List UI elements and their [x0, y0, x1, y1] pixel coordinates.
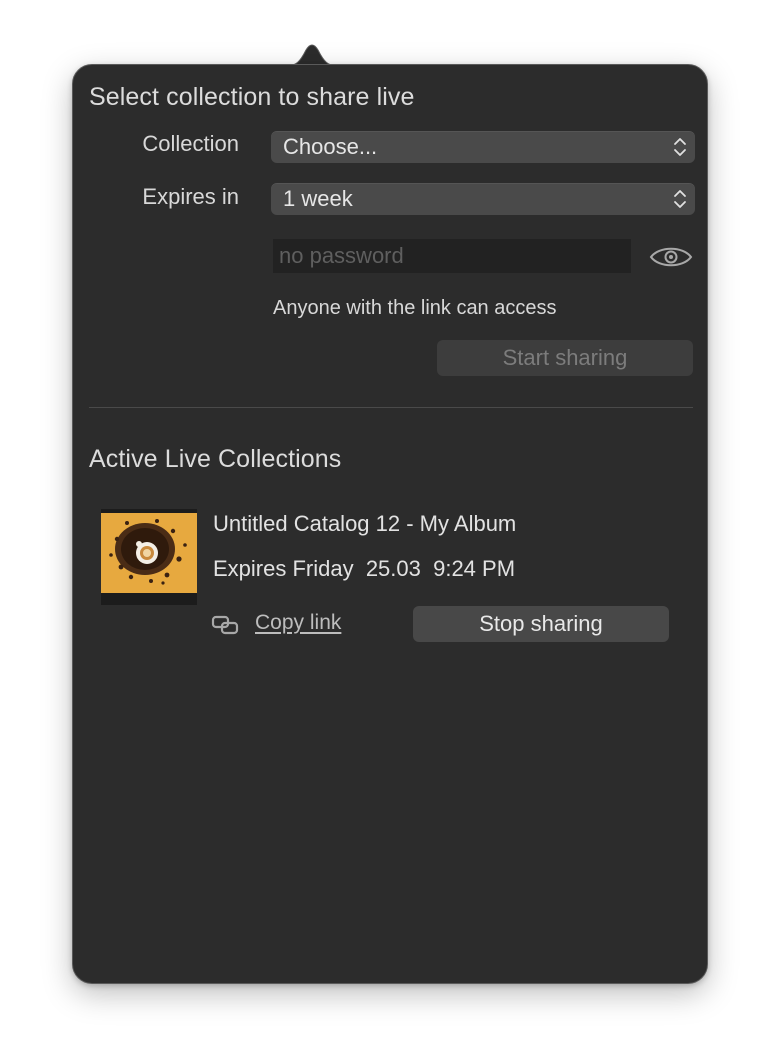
password-field[interactable]	[273, 239, 631, 273]
copy-link-button[interactable]: Copy link	[255, 611, 341, 635]
popover-arrow	[286, 44, 338, 66]
collection-select-value: Choose...	[283, 134, 378, 159]
expires-select[interactable]: 1 week	[271, 183, 695, 215]
expires-select-value: 1 week	[283, 186, 353, 211]
expires-label: Expires in	[142, 184, 239, 209]
eye-icon[interactable]	[649, 245, 693, 269]
live-collection-expires: Expires Friday 25.03 9:24 PM	[213, 556, 516, 581]
live-collection-title: Untitled Catalog 12 - My Album	[213, 511, 517, 536]
access-note: Anyone with the link can access	[273, 297, 557, 319]
section-divider	[89, 407, 693, 408]
link-icon[interactable]	[211, 615, 241, 635]
thumbnail-graphic	[101, 509, 197, 605]
up-down-chevron-icon	[674, 138, 686, 156]
coffee-cup-on-beans-image	[101, 509, 197, 605]
up-down-chevron-icon	[674, 190, 686, 208]
collection-select[interactable]: Choose...	[271, 131, 695, 163]
collection-label: Collection	[142, 131, 239, 156]
share-live-popover-wrapper: Select collection to share live Collecti…	[72, 40, 708, 984]
active-section-title: Active Live Collections	[89, 445, 342, 473]
share-live-popover: Select collection to share live Collecti…	[72, 64, 708, 984]
start-sharing-button[interactable]: Start sharing	[437, 340, 693, 376]
stop-sharing-button[interactable]: Stop sharing	[413, 606, 669, 642]
share-section-title: Select collection to share live	[89, 83, 415, 111]
